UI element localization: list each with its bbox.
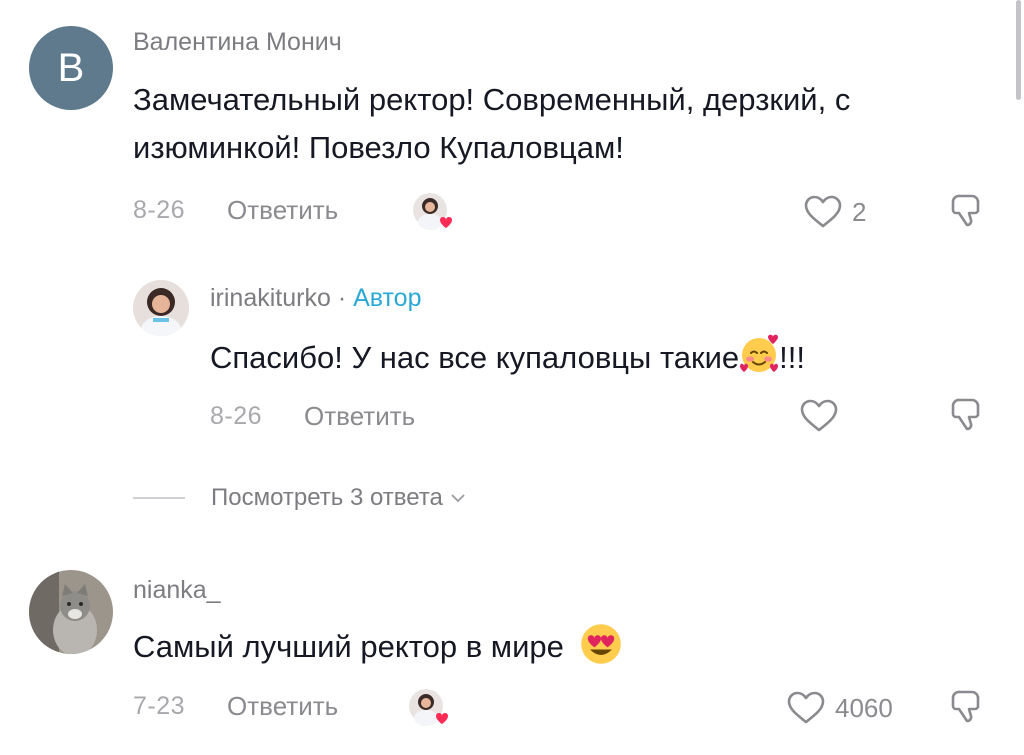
view-replies-button[interactable]: Посмотреть 3 ответа bbox=[133, 478, 467, 518]
comment-text: Самый лучший ректор в мире bbox=[133, 622, 893, 671]
comment-date: 8-26 bbox=[133, 195, 186, 224]
smiling-face-with-hearts-icon bbox=[740, 334, 779, 372]
like-button[interactable]: 2 bbox=[804, 192, 866, 232]
reply-item: irinakiturko · Автор Спасибо! У нас все … bbox=[0, 260, 1024, 460]
comment-username[interactable]: Валентина Монич bbox=[133, 28, 342, 57]
comment-meta: 8-26 Ответить bbox=[210, 396, 415, 436]
like-button[interactable]: 4060 bbox=[787, 688, 893, 728]
comment-text-suffix: !!! bbox=[779, 340, 805, 375]
comment-meta: 8-26 Ответить bbox=[133, 190, 338, 230]
comment-text: Спасибо! У нас все купаловцы такие !!! bbox=[210, 334, 970, 382]
like-count: 4060 bbox=[835, 692, 893, 723]
avatar[interactable]: В bbox=[29, 26, 113, 110]
cat-avatar-image bbox=[29, 570, 113, 654]
creator-liked-icon bbox=[413, 193, 452, 230]
heart-eyes-icon bbox=[580, 624, 621, 664]
avatar[interactable] bbox=[29, 570, 113, 654]
author-avatar-image bbox=[133, 280, 189, 336]
comment-username: irinakiturko · Автор bbox=[210, 284, 422, 313]
reply-button[interactable]: Ответить bbox=[227, 691, 338, 722]
heart-outline-icon bbox=[804, 195, 842, 228]
comment-text-main: Самый лучший ректор в мире bbox=[133, 629, 564, 664]
like-count: 2 bbox=[852, 196, 867, 227]
reply-button[interactable]: Ответить bbox=[304, 401, 415, 432]
comment-text: Замечательный ректор! Современный, дерзк… bbox=[133, 82, 851, 165]
author-badge: Автор bbox=[353, 284, 422, 312]
comment-item: nianka_ Самый лучший ректор в мире 7-23 … bbox=[0, 560, 1024, 755]
avatar[interactable] bbox=[133, 280, 189, 336]
chevron-down-icon bbox=[451, 494, 465, 503]
comment-text-main: Спасибо! У нас все купаловцы такие bbox=[210, 340, 740, 375]
dislike-icon[interactable] bbox=[946, 192, 986, 232]
replies-divider bbox=[133, 497, 185, 499]
scrollbar[interactable] bbox=[1016, 0, 1021, 100]
separator-dot: · bbox=[337, 284, 347, 312]
author-username[interactable]: irinakiturko bbox=[210, 284, 331, 312]
reply-button[interactable]: Ответить bbox=[227, 195, 338, 226]
heart-outline-icon bbox=[787, 691, 825, 724]
like-button[interactable] bbox=[800, 396, 838, 436]
comment-item: В Валентина Монич Замечательный ректор! … bbox=[0, 0, 1024, 240]
dislike-icon[interactable] bbox=[946, 396, 986, 436]
comment-date: 7-23 bbox=[133, 691, 186, 720]
avatar-letter: В bbox=[57, 45, 85, 90]
dislike-icon[interactable] bbox=[946, 688, 986, 728]
creator-liked-icon bbox=[409, 689, 448, 726]
comment-meta: 7-23 Ответить bbox=[133, 686, 338, 726]
view-replies-label: Посмотреть 3 ответа bbox=[211, 484, 443, 511]
heart-outline-icon bbox=[800, 399, 838, 432]
comment-date: 8-26 bbox=[210, 401, 263, 430]
comment-username[interactable]: nianka_ bbox=[133, 576, 221, 605]
